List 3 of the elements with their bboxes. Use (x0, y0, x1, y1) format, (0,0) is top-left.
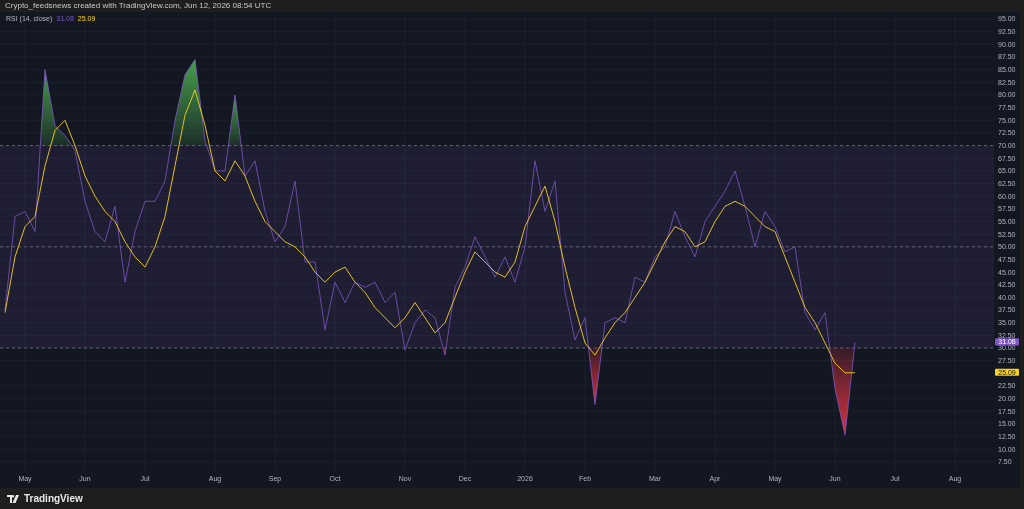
brand-name: TradingView (24, 493, 83, 504)
logo-icon (7, 494, 21, 503)
chart-credit: Crypto_feedsnews created with TradingView.com, Jun 12, 2026 08:54 UTC (5, 2, 272, 10)
